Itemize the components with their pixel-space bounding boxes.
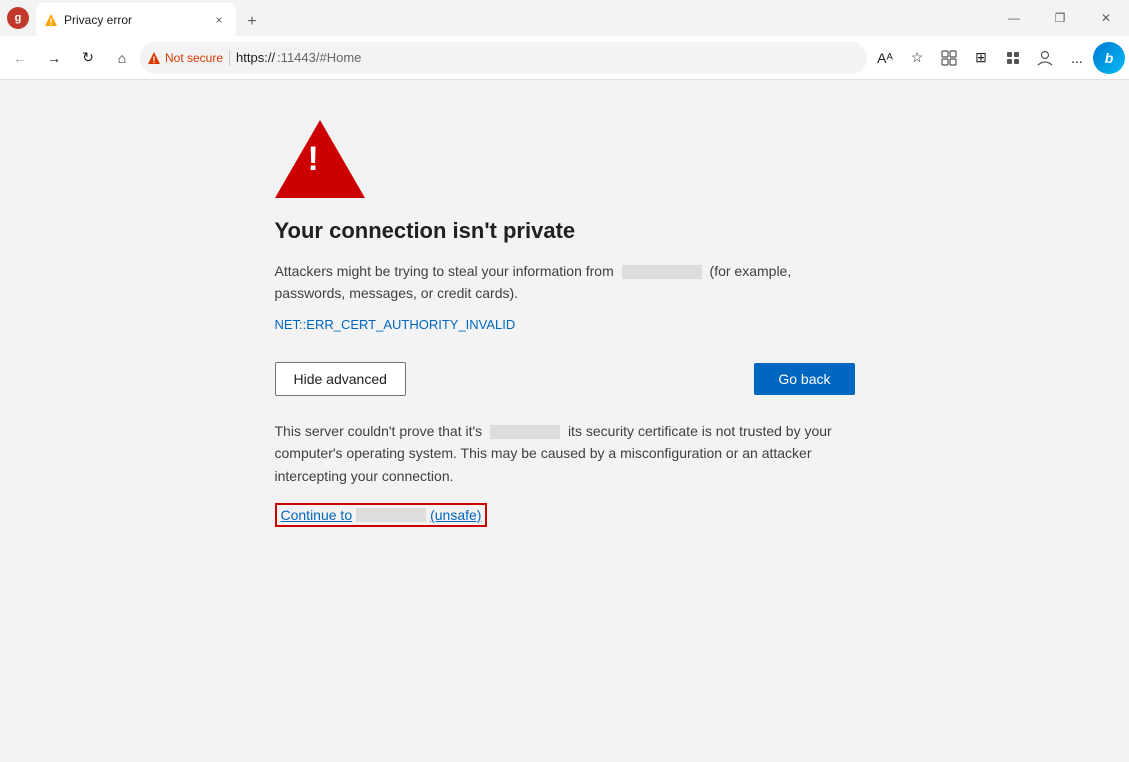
read-aloud-button[interactable]: Aᴬ xyxy=(869,42,901,74)
error-desc-part1: Attackers might be trying to steal your … xyxy=(275,263,614,279)
tab-favicon-icon: ! xyxy=(44,13,58,27)
address-https: https:// xyxy=(236,50,275,65)
profile-button[interactable]: g xyxy=(0,0,36,36)
collections-icon xyxy=(1005,50,1021,66)
navbar: ← → ↻ ⌂ ! Not secure https:// :11443/#Ho… xyxy=(0,36,1129,80)
error-title: Your connection isn't private xyxy=(275,218,855,244)
tab-title: Privacy error xyxy=(64,13,204,27)
address-path: :11443/#Home xyxy=(277,50,361,65)
tab-close-button[interactable]: × xyxy=(210,11,228,29)
extensions-button[interactable] xyxy=(933,42,965,74)
back-button[interactable]: ← xyxy=(4,42,36,74)
error-triangle-icon xyxy=(275,120,365,198)
split-button[interactable]: ⊞ xyxy=(965,42,997,74)
more-button[interactable]: ... xyxy=(1061,42,1093,74)
error-description: Attackers might be trying to steal your … xyxy=(275,260,855,305)
address-divider xyxy=(229,50,230,66)
security-warning: ! Not secure xyxy=(147,51,223,65)
extensions-icon xyxy=(941,50,957,66)
content-area: Your connection isn't private Attackers … xyxy=(0,80,1129,762)
error-code[interactable]: NET::ERR_CERT_AUTHORITY_INVALID xyxy=(275,317,855,332)
bing-label: b xyxy=(1105,50,1114,66)
go-back-button[interactable]: Go back xyxy=(754,363,854,395)
svg-text:!: ! xyxy=(50,17,53,27)
collections-button[interactable] xyxy=(997,42,1029,74)
nav-right-buttons: Aᴬ ☆ ⊞ xyxy=(869,42,1125,74)
continue-link[interactable]: Continue to xyxy=(281,507,353,523)
continue-unsafe-link[interactable]: (unsafe) xyxy=(430,507,481,523)
profile-avatar: g xyxy=(7,7,29,29)
copilot-icon xyxy=(1037,50,1053,66)
restore-button[interactable]: ❐ xyxy=(1037,0,1083,36)
new-tab-button[interactable]: + xyxy=(238,8,266,36)
advanced-text-part1: This server couldn't prove that it's xyxy=(275,423,483,439)
error-container: Your connection isn't private Attackers … xyxy=(255,120,875,527)
forward-button[interactable]: → xyxy=(38,42,70,74)
home-button[interactable]: ⌂ xyxy=(106,42,138,74)
continue-link-box: Continue to (unsafe) xyxy=(275,503,488,527)
close-button[interactable]: ✕ xyxy=(1083,0,1129,36)
tabs-area: ! Privacy error × + xyxy=(36,0,991,36)
hide-advanced-button[interactable]: Hide advanced xyxy=(275,362,406,396)
warning-icon: ! xyxy=(147,51,161,65)
address-bar[interactable]: ! Not secure https:// :11443/#Home xyxy=(140,42,867,74)
favorites-button[interactable]: ☆ xyxy=(901,42,933,74)
titlebar: g ! Privacy error × + — ❐ ✕ xyxy=(0,0,1129,36)
svg-text:!: ! xyxy=(153,55,156,65)
advanced-section: This server couldn't prove that it's its… xyxy=(275,420,855,487)
continue-redacted xyxy=(356,508,426,522)
warning-icon-area xyxy=(275,120,855,198)
copilot-button[interactable] xyxy=(1029,42,1061,74)
window-controls: — ❐ ✕ xyxy=(991,0,1129,36)
refresh-button[interactable]: ↻ xyxy=(72,42,104,74)
action-buttons: Hide advanced Go back xyxy=(275,362,855,396)
advanced-redacted xyxy=(490,425,560,439)
error-desc-redacted xyxy=(622,265,702,279)
security-label: Not secure xyxy=(165,51,223,65)
active-tab[interactable]: ! Privacy error × xyxy=(36,3,236,36)
address-text: https:// :11443/#Home xyxy=(236,50,361,65)
minimize-button[interactable]: — xyxy=(991,0,1037,36)
continue-link-area: Continue to (unsafe) xyxy=(275,503,855,527)
bing-button[interactable]: b xyxy=(1093,42,1125,74)
